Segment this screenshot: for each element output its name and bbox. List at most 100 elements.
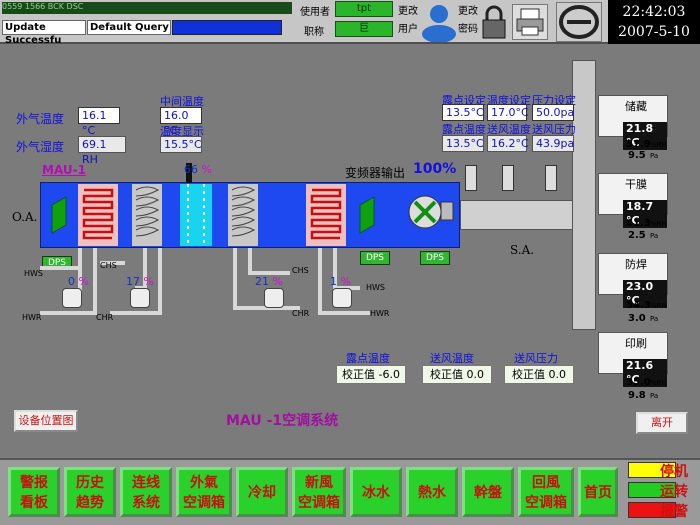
temp-sensor-icon <box>502 165 514 191</box>
dew-sensor-icon <box>465 165 477 191</box>
valve-2-icon[interactable] <box>130 288 150 308</box>
printer-icon[interactable] <box>512 4 548 40</box>
room-storage-pa-unit: Pa <box>650 152 659 160</box>
equipment-location-button[interactable]: 设备位置图 <box>14 410 78 432</box>
outside-temp-label: 外气温度 <box>16 112 65 126</box>
user-icon[interactable] <box>420 2 458 43</box>
nav-chilled-water[interactable]: 冰水 <box>350 467 402 517</box>
logo-icon <box>556 2 602 42</box>
nav-dry-coil[interactable]: 幹盤 <box>462 467 514 517</box>
user-value: tpt <box>335 1 393 17</box>
temp-correction-title: 送风温度 <box>430 352 474 365</box>
nav-home[interactable]: 首页 <box>578 467 618 517</box>
room-dryfilm-pa-unit: Pa <box>650 232 659 240</box>
dew-set-value[interactable]: 13.5°C <box>442 104 484 121</box>
valve-4-icon[interactable] <box>332 288 352 308</box>
hwr-label-2: HWR <box>370 309 390 318</box>
clock-time: 22:42:03 <box>622 4 686 20</box>
lock-icon[interactable] <box>480 4 508 40</box>
valve-3-unit: % <box>272 275 283 288</box>
status-message: Update Successfu <box>2 20 86 46</box>
nav-home-l1: 首页 <box>584 485 612 501</box>
pressure-sensor-icon <box>545 165 557 191</box>
nav-outdoor-ahu[interactable]: 外氣 空调箱 <box>176 467 232 517</box>
nav-fresh-air-ahu[interactable]: 新風 空调箱 <box>292 467 346 517</box>
room-storage-rh: 57.9 <box>626 139 651 150</box>
valve-2-unit: % <box>143 275 154 288</box>
dew-correction-field[interactable]: 校正值 -6.0 <box>336 365 406 384</box>
change-password-line1: 更改 <box>458 6 478 17</box>
role-value: 巨 <box>335 21 393 37</box>
nav-connection-system-l1: 连线 <box>132 475 160 491</box>
room-printing-pa: 9.8 <box>628 390 646 401</box>
valve-1-unit: % <box>78 275 89 288</box>
temp-correction-field[interactable]: 校正值 0.0 <box>422 365 492 384</box>
query-label: Default Query <box>87 20 171 35</box>
chr-label: CHR <box>96 313 114 322</box>
chs-label: CHS <box>100 261 117 270</box>
nav-chilled-water-l1: 冰水 <box>362 485 390 501</box>
pressure-correction-field[interactable]: 校正值 0.0 <box>504 365 574 384</box>
temp-set-value[interactable]: 17.0°C <box>487 104 529 121</box>
nav-dry-coil-l1: 幹盤 <box>474 485 502 501</box>
supply-duct <box>460 200 580 230</box>
top-header: 0559 1566 BCK DSC Update Successfu Defau… <box>0 0 700 46</box>
dps-indicator-3: DPS <box>420 251 450 265</box>
change-user-button[interactable]: 更改 用户 <box>398 3 418 39</box>
nav-fresh-air-ahu-l2: 空调箱 <box>298 495 340 511</box>
dew-correction-title: 露点温度 <box>346 352 390 365</box>
valve-2-value: 17 <box>126 275 140 288</box>
room-printing-pa-unit: Pa <box>650 392 659 400</box>
room-printing-rh: 55.0 <box>626 377 651 388</box>
nav-cooling[interactable]: 冷却 <box>236 467 288 517</box>
final-filter-icon <box>356 195 378 235</box>
nav-connection-system[interactable]: 连线 系统 <box>120 467 172 517</box>
nav-alarm-board[interactable]: 警报 看板 <box>8 467 60 517</box>
valve-4-unit: % <box>340 275 351 288</box>
pipe-network <box>40 248 370 315</box>
nav-alarm-board-l2: 看板 <box>20 495 48 511</box>
nav-outdoor-ahu-l2: 空调箱 <box>183 495 225 511</box>
room-soldermask-pa-unit: Pa <box>650 315 659 323</box>
legend-run-label: 运转 <box>660 484 688 500</box>
role-label: 职称 <box>304 27 324 38</box>
room-soldermask-pa: 3.0 <box>628 313 646 324</box>
oa-label: O.A. <box>12 210 38 224</box>
valve-1-pct: 0 % <box>68 275 89 288</box>
legend-stop-label: 停机 <box>660 464 688 480</box>
cooling-coil-icon <box>132 184 162 246</box>
change-user-line1: 更改 <box>398 6 418 17</box>
room-dryfilm[interactable]: 干膜 18.7 °C <box>598 173 668 228</box>
hwr-label: HWR <box>22 313 42 322</box>
clock-date: 2007-5-10 <box>618 24 690 40</box>
clock: 22:42:03 2007-5-10 <box>608 0 700 44</box>
room-printing[interactable]: 印刷 21.6 °C <box>598 332 668 387</box>
cooling-coil-2-icon <box>228 184 258 246</box>
valve-3-icon[interactable] <box>264 288 284 308</box>
room-printing-label: 印刷 <box>625 337 647 350</box>
nav-history-trend[interactable]: 历史 趋势 <box>64 467 116 517</box>
humidifier-icon <box>180 184 212 246</box>
pressure-set-value[interactable]: 50.0pa <box>532 104 574 121</box>
room-dryfilm-rh-unit: %RH <box>650 220 667 228</box>
valve-1-icon[interactable] <box>62 288 82 308</box>
nav-return-air-ahu[interactable]: 回風 空调箱 <box>518 467 574 517</box>
outside-humidity-label: 外气湿度 <box>16 140 65 154</box>
system-title: MAU -1空调系统 <box>226 413 339 429</box>
change-password-button[interactable]: 更改 密码 <box>458 3 478 39</box>
supply-fan-icon <box>405 192 455 232</box>
chs-label-2: CHS <box>292 266 309 275</box>
heating-coil-icon <box>78 184 118 246</box>
nav-return-air-ahu-l2: 空调箱 <box>525 495 567 511</box>
room-soldermask-label: 防焊 <box>625 258 647 271</box>
spray-pct-value: 66 <box>184 163 198 176</box>
pressure-correction-title: 送风压力 <box>514 352 558 365</box>
chr-label-2: CHR <box>292 309 310 318</box>
room-storage[interactable]: 储藏 21.8 °C <box>598 95 668 150</box>
nav-cooling-l1: 冷却 <box>248 485 276 501</box>
nav-hot-water[interactable]: 熱水 <box>406 467 458 517</box>
exit-button[interactable]: 离开 <box>636 412 688 434</box>
change-password-line2: 密码 <box>458 24 478 35</box>
valve-4-pct: 1 % <box>330 275 351 288</box>
room-soldermask[interactable]: 防焊 23.0 °C <box>598 253 668 308</box>
